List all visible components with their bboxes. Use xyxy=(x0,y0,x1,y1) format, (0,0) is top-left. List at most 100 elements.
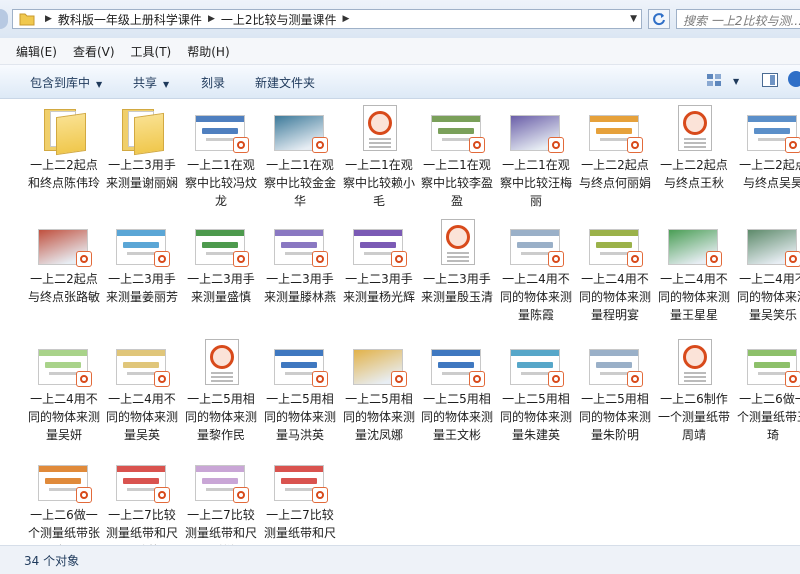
help-icon[interactable] xyxy=(788,71,800,87)
file-item[interactable]: 一上二4用不同的物体来测量吴妍 xyxy=(25,339,103,444)
menu-edit[interactable]: 编辑(E) xyxy=(16,43,57,60)
breadcrumb: ▶ 教科版一年级上册科学课件 ▶ 一上2比较与测量课件 ▶ xyxy=(39,11,355,28)
file-name: 一上二5用相同的物体来测量黎作民 xyxy=(184,392,257,442)
file-item[interactable]: 一上二5用相同的物体来测量王文彬 xyxy=(418,339,496,444)
chevron-right-icon[interactable]: ▶ xyxy=(208,14,215,24)
chevron-down-icon: ▼ xyxy=(96,80,103,89)
file-item[interactable]: 一上二4用不同的物体来测量王星星 xyxy=(655,219,733,324)
back-button[interactable] xyxy=(0,9,8,29)
folder-icon xyxy=(19,13,35,26)
file-item[interactable]: 一上二2起点与终点何丽娟 xyxy=(576,105,654,192)
file-name: 一上二6做一个测量纸带张旭 xyxy=(27,508,100,545)
chevron-right-icon[interactable]: ▶ xyxy=(45,14,52,24)
file-item[interactable]: 一上二3用手来测量谢丽娴 xyxy=(103,105,181,192)
slide-thumbnail-icon xyxy=(427,105,487,153)
file-name: 一上二2起点与终点王秋 xyxy=(660,158,728,190)
slide-thumbnail-icon xyxy=(112,219,172,267)
file-name: 一上二1在观察中比较赖小毛 xyxy=(342,158,415,208)
file-name: 一上二7比较测量纸带和尺子谢海 xyxy=(184,508,257,545)
slide-thumbnail-icon xyxy=(349,339,409,387)
file-name: 一上二7比较测量纸带和尺子武艳 xyxy=(105,508,178,545)
file-item[interactable]: 一上二5用相同的物体来测量黎作民 xyxy=(182,339,260,444)
file-name: 一上二2起点与终点吴昊 xyxy=(739,158,800,190)
powerpoint-file-icon xyxy=(427,219,487,267)
file-name: 一上二3用手来测量姜丽芳 xyxy=(105,272,178,304)
slide-thumbnail-icon xyxy=(506,105,566,153)
search-input[interactable]: 搜索 一上2比较与测... xyxy=(676,9,800,29)
file-name: 一上二7比较测量纸带和尺子张天 xyxy=(263,508,336,545)
powerpoint-file-icon xyxy=(664,339,724,387)
slide-thumbnail-icon xyxy=(664,219,724,267)
file-name: 一上二1在观察中比较冯炆龙 xyxy=(184,158,257,208)
view-dropdown-icon[interactable]: ▼ xyxy=(733,77,739,86)
share-button[interactable]: 共享 ▼ xyxy=(133,74,169,91)
slide-thumbnail-icon xyxy=(585,105,645,153)
menu-help[interactable]: 帮助(H) xyxy=(187,43,229,60)
file-item[interactable]: 一上二6制作一个测量纸带周靖 xyxy=(655,339,733,444)
file-item[interactable]: 一上二3用手来测量滕林燕 xyxy=(261,219,339,306)
file-list: 一上二2起点和终点陈伟玲 一上二3用手来测量谢丽娴 一上二1在观察中比较冯炆龙 一上二… xyxy=(0,99,800,545)
menu-view[interactable]: 查看(V) xyxy=(73,43,115,60)
file-name: 一上二1在观察中比较李盈盈 xyxy=(420,158,493,208)
file-item[interactable]: 一上二4用不同的物体来测量程明宴 xyxy=(576,219,654,324)
address-bar[interactable]: ▶ 教科版一年级上册科学课件 ▶ 一上2比较与测量课件 ▶ ▼ xyxy=(12,9,642,29)
file-item[interactable]: 一上二2起点与终点吴昊 xyxy=(734,105,800,192)
file-item[interactable]: 一上二1在观察中比较汪梅丽 xyxy=(497,105,575,210)
status-bar: 34 个对象 xyxy=(0,545,800,574)
file-item[interactable]: 一上二2起点和终点陈伟玲 xyxy=(25,105,103,192)
file-name: 一上二3用手来测量盛慎 xyxy=(187,272,255,304)
file-item[interactable]: 一上二5用相同的物体来测量沈凤娜 xyxy=(340,339,418,444)
file-item[interactable]: 一上二1在观察中比较赖小毛 xyxy=(340,105,418,210)
view-options-icon[interactable] xyxy=(706,73,722,87)
file-item[interactable]: 一上二3用手来测量姜丽芳 xyxy=(103,219,181,306)
slide-thumbnail-icon xyxy=(743,339,800,387)
file-item[interactable]: 一上二3用手来测量盛慎 xyxy=(182,219,260,306)
breadcrumb-item-current[interactable]: 一上2比较与测量课件 xyxy=(221,11,337,28)
file-item[interactable]: 一上二6做一个测量纸带王琦 xyxy=(734,339,800,444)
file-name: 一上二5用相同的物体来测量王文彬 xyxy=(420,392,493,442)
file-item[interactable]: 一上二5用相同的物体来测量马洪英 xyxy=(261,339,339,444)
menu-tools[interactable]: 工具(T) xyxy=(131,43,172,60)
breadcrumb-item-parent[interactable]: 教科版一年级上册科学课件 xyxy=(58,11,202,28)
preview-pane-icon[interactable] xyxy=(762,73,778,87)
slide-thumbnail-icon xyxy=(585,219,645,267)
file-item[interactable]: 一上二2起点与终点王秋 xyxy=(655,105,733,192)
file-item[interactable]: 一上二3用手来测量殷玉清 xyxy=(418,219,496,306)
file-item[interactable]: 一上二3用手来测量杨光辉 xyxy=(340,219,418,306)
refresh-icon xyxy=(653,13,665,26)
file-item[interactable]: 一上二1在观察中比较李盈盈 xyxy=(418,105,496,210)
include-in-library-button[interactable]: 包含到库中 ▼ xyxy=(30,74,102,91)
refresh-button[interactable] xyxy=(648,9,670,29)
slide-thumbnail-icon xyxy=(112,339,172,387)
new-folder-button[interactable]: 新建文件夹 xyxy=(255,74,315,91)
slide-thumbnail-icon xyxy=(34,219,94,267)
file-item[interactable]: 一上二7比较测量纸带和尺子张天 xyxy=(261,455,339,545)
menu-bar: 编辑(E) 查看(V) 工具(T) 帮助(H) xyxy=(0,38,800,65)
file-item[interactable]: 一上二6做一个测量纸带张旭 xyxy=(25,455,103,545)
file-item[interactable]: 一上二1在观察中比较金金华 xyxy=(261,105,339,210)
file-item[interactable]: 一上二4用不同的物体来测量陈霞 xyxy=(497,219,575,324)
file-item[interactable]: 一上二7比较测量纸带和尺子武艳 xyxy=(103,455,181,545)
burn-button[interactable]: 刻录 xyxy=(201,74,225,91)
slide-thumbnail-icon xyxy=(191,455,251,503)
folder-icon xyxy=(112,105,172,156)
slide-thumbnail-icon xyxy=(270,455,330,503)
file-item[interactable]: 一上二7比较测量纸带和尺子谢海 xyxy=(182,455,260,545)
file-item[interactable]: 一上二4用不同的物体来测量吴英 xyxy=(103,339,181,444)
slide-thumbnail-icon xyxy=(743,219,800,267)
file-name: 一上二4用不同的物体来测量程明宴 xyxy=(578,272,651,322)
slide-thumbnail-icon xyxy=(34,455,94,503)
address-dropdown-icon[interactable]: ▼ xyxy=(630,14,637,24)
chevron-right-icon[interactable]: ▶ xyxy=(343,14,350,24)
file-name: 一上二2起点与终点张路敏 xyxy=(27,272,100,304)
file-item[interactable]: 一上二1在观察中比较冯炆龙 xyxy=(182,105,260,210)
file-item[interactable]: 一上二2起点与终点张路敏 xyxy=(25,219,103,306)
file-name: 一上二2起点和终点陈伟玲 xyxy=(27,158,100,190)
file-item[interactable]: 一上二5用相同的物体来测量朱建英 xyxy=(497,339,575,444)
file-name: 一上二5用相同的物体来测量马洪英 xyxy=(263,392,336,442)
slide-thumbnail-icon xyxy=(270,105,330,153)
command-bar: 包含到库中 ▼ 共享 ▼ 刻录 新建文件夹 ▼ xyxy=(0,65,800,99)
slide-thumbnail-icon xyxy=(191,105,251,153)
file-item[interactable]: 一上二5用相同的物体来测量朱阶明 xyxy=(576,339,654,444)
file-item[interactable]: 一上二4用不同的物体来测量吴笑乐 xyxy=(734,219,800,324)
